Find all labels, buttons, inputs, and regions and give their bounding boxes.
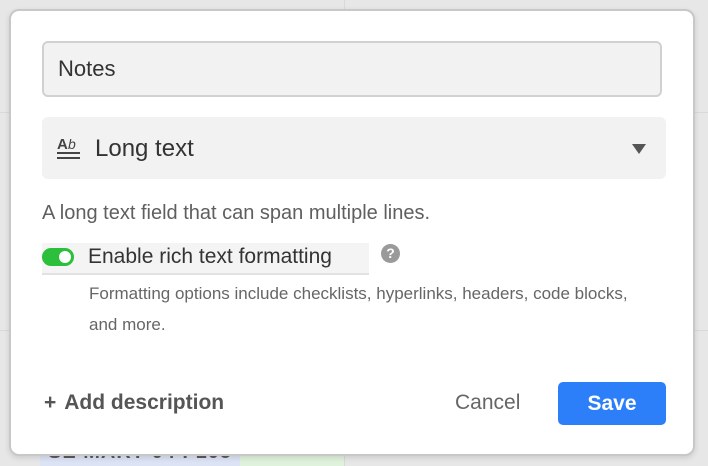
field-type-label: Long text <box>95 135 194 162</box>
field-name-input[interactable] <box>42 41 662 97</box>
add-description-label: Add description <box>64 391 225 414</box>
plus-icon: + <box>44 391 57 414</box>
rich-text-toggle-row[interactable]: Enable rich text formatting <box>42 243 369 275</box>
rich-text-toggle[interactable] <box>42 248 74 266</box>
toggle-knob <box>59 251 71 263</box>
cancel-button[interactable]: Cancel <box>455 391 520 415</box>
svg-text:b: b <box>68 136 76 152</box>
add-description-button[interactable]: + Add description <box>44 391 224 415</box>
field-type-select[interactable]: A b Long text <box>42 117 666 179</box>
rich-text-label: Enable rich text formatting <box>88 245 332 268</box>
svg-text:A: A <box>57 136 68 153</box>
help-icon[interactable]: ? <box>381 244 400 263</box>
save-button[interactable]: Save <box>558 382 666 425</box>
field-editor-popover: A b Long text A long text field that can… <box>9 9 695 456</box>
chevron-down-icon <box>632 144 646 154</box>
long-text-icon: A b <box>56 135 82 161</box>
field-type-description: A long text field that can span multiple… <box>42 202 431 224</box>
rich-text-help-text: Formatting options include checklists, h… <box>89 284 628 334</box>
